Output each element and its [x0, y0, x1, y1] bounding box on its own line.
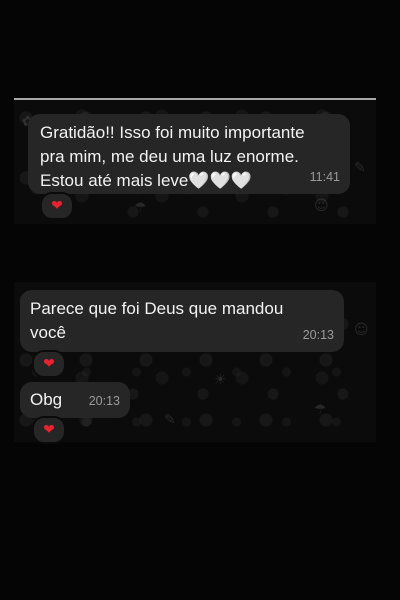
chat-screenshot-bottom: ✿ ☺ ☀ ☂ ✎ Parece que foi Deus que mandou… [14, 282, 376, 444]
doodle-icon: ☺ [314, 198, 329, 214]
message-text-line: pra mim, me deu uma luz enorme. [40, 147, 299, 166]
message-timestamp: 20:13 [302, 328, 334, 342]
message-text-line: Estou até mais leve🤍🤍🤍 [40, 171, 252, 190]
heart-reaction-icon[interactable]: ❤ [32, 416, 66, 444]
doodle-icon: ☀ [214, 372, 227, 388]
doodle-icon: ☂ [134, 200, 147, 216]
message-text-line: Gratidão!! Isso foi muito importante [40, 123, 305, 142]
heart-reaction-icon[interactable]: ❤ [40, 192, 74, 220]
doodle-icon: ✎ [164, 412, 176, 428]
doodle-icon: ✎ [354, 160, 366, 176]
doodle-icon: ☺ [354, 322, 369, 338]
message-text-line: você [30, 323, 66, 342]
message-bubble[interactable]: Obg 20:13 [20, 382, 130, 418]
message-timestamp: 20:13 [88, 394, 120, 408]
message-bubble[interactable]: Parece que foi Deus que mandou você 20:1… [20, 290, 344, 352]
doodle-icon: ☂ [314, 402, 327, 418]
message-text-line: Parece que foi Deus que mandou [30, 299, 284, 318]
heart-reaction-icon[interactable]: ❤ [32, 350, 66, 378]
chat-screenshot-top: ✿ ✎ ☺ ☂ Gratidão!! Isso foi muito import… [14, 98, 376, 224]
message-bubble[interactable]: Gratidão!! Isso foi muito importante pra… [28, 114, 350, 194]
message-timestamp: 11:41 [309, 170, 340, 184]
